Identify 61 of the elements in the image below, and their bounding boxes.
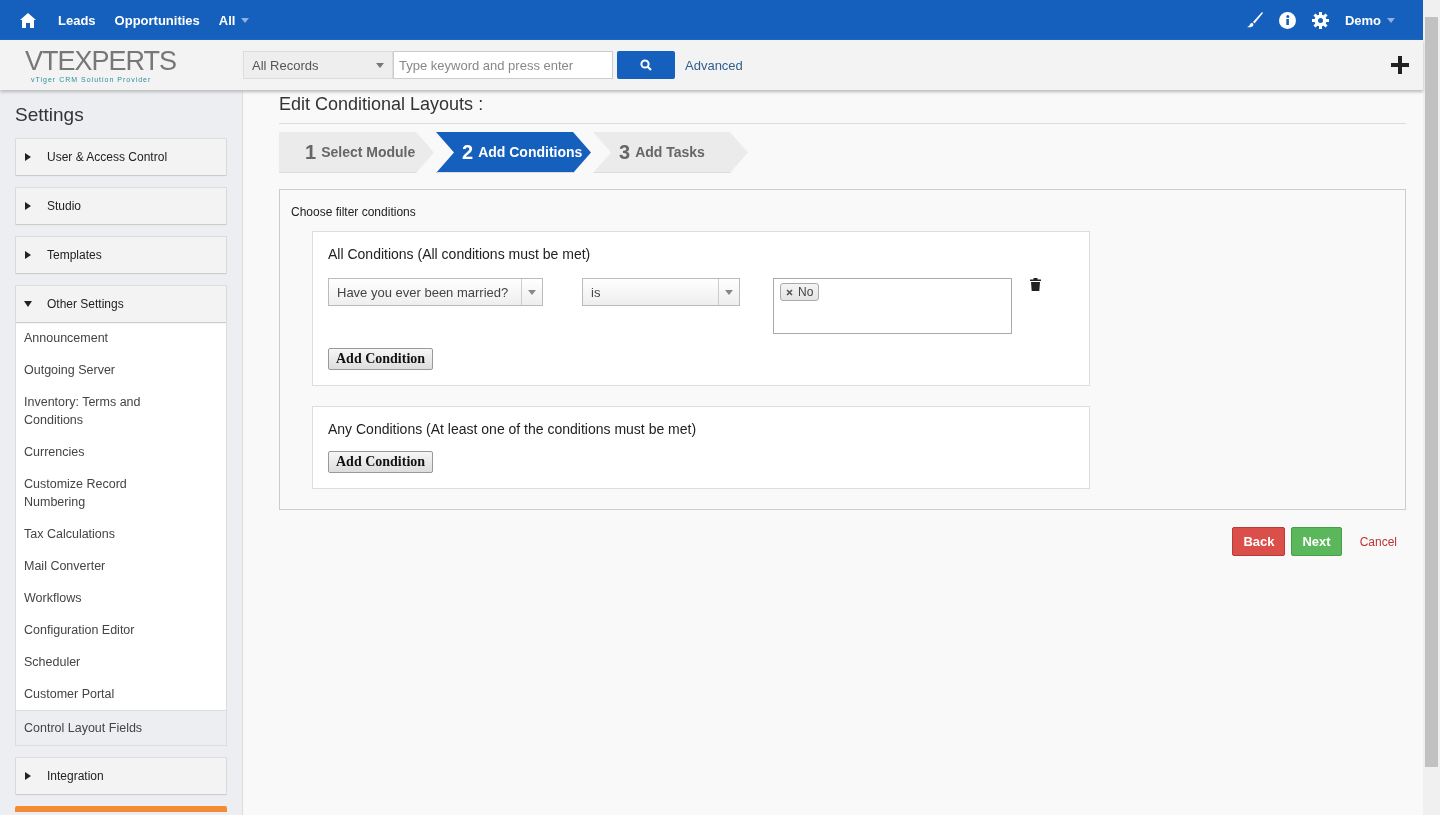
caret-right-icon [24,251,32,259]
remove-icon[interactable] [786,288,793,296]
operator-dropdown[interactable]: is [582,278,740,306]
cancel-link[interactable]: Cancel [1359,534,1397,549]
user-menu[interactable]: Demo [1344,12,1395,28]
field-dropdown[interactable]: Have you ever been married? [328,278,543,306]
caret-icon [376,62,384,68]
brush-icon[interactable] [1246,12,1263,28]
logo-text: VTEXPERTS [25,47,178,75]
nav-link[interactable]: Leads [58,12,96,28]
sidebar-item[interactable]: Outgoing Server [16,354,226,386]
value-tag: No [780,283,820,301]
sidebar-item[interactable]: Control Layout Fields [16,710,226,745]
sidebar-item[interactable]: Scheduler [16,646,226,678]
advanced-search-link[interactable]: Advanced [685,57,743,73]
sidebar-item[interactable]: Configuration Editor [16,614,226,646]
search-icon [640,59,652,71]
sidebar-section-header[interactable]: Other Settings [16,286,226,322]
search-field[interactable]: Type keyword and press enter [393,51,613,79]
page-title: Edit Conditional Layouts : [279,94,1406,124]
sidebar-item[interactable]: Customer Portal [16,678,226,710]
caret-down-icon [24,300,32,308]
sidebar-item[interactable]: Currencies [16,436,226,468]
scrollbar-thumb[interactable] [1425,17,1438,767]
settings-icon[interactable] [1311,11,1329,29]
sidebar-item[interactable]: Workflows [16,582,226,614]
caret-right-icon [24,202,32,210]
add-icon[interactable] [1391,56,1409,74]
sidebar-section-header[interactable]: Studio [16,188,226,224]
home-icon[interactable] [20,12,36,28]
sidebar-item[interactable]: Announcement [16,322,226,354]
sidebar-item[interactable]: Customize Record Numbering [16,468,226,518]
caret-right-icon [24,772,32,780]
value-field[interactable]: No [773,278,1012,334]
add-condition-button[interactable]: Add Condition [328,451,434,473]
wizard-step[interactable]: 2 Add Conditions [436,132,591,173]
filter-label: Choose filter conditions [291,205,416,219]
search-button[interactable] [617,51,675,79]
add-condition-button[interactable]: Add Condition [328,348,434,370]
caret-right-icon [24,153,32,161]
sidebar-title: Settings [15,104,85,126]
delete-icon[interactable] [1030,278,1041,291]
wizard-step[interactable]: 1 Select Module [279,132,434,173]
caret-icon [725,289,733,295]
sidebar-item[interactable]: Mail Converter [16,550,226,582]
caret-icon [1387,17,1395,23]
info-icon[interactable] [1278,11,1296,29]
scrollbar[interactable] [1423,0,1440,815]
sidebar-section-header[interactable]: Templates [16,237,226,273]
sidebar-item[interactable]: Tax Calculations [16,518,226,550]
sidebar-item[interactable]: Inventory: Terms and Conditions [16,386,226,436]
scope-dropdown[interactable]: All Records [243,51,393,79]
group-title: Any Conditions (At least one of the conditions must be met) [328,421,697,437]
sidebar-section-header[interactable]: Integration [16,758,226,794]
nav-link[interactable]: All [218,12,250,28]
back-button[interactable]: Back [1232,527,1286,556]
nav-link[interactable]: Opportunities [114,12,200,28]
caret-icon [528,289,536,295]
sidebar-section-header[interactable]: User & Access Control [16,139,226,175]
wizard-step[interactable]: 3 Add Tasks [593,132,748,173]
group-title: All Conditions (All conditions must be met) [328,246,591,262]
